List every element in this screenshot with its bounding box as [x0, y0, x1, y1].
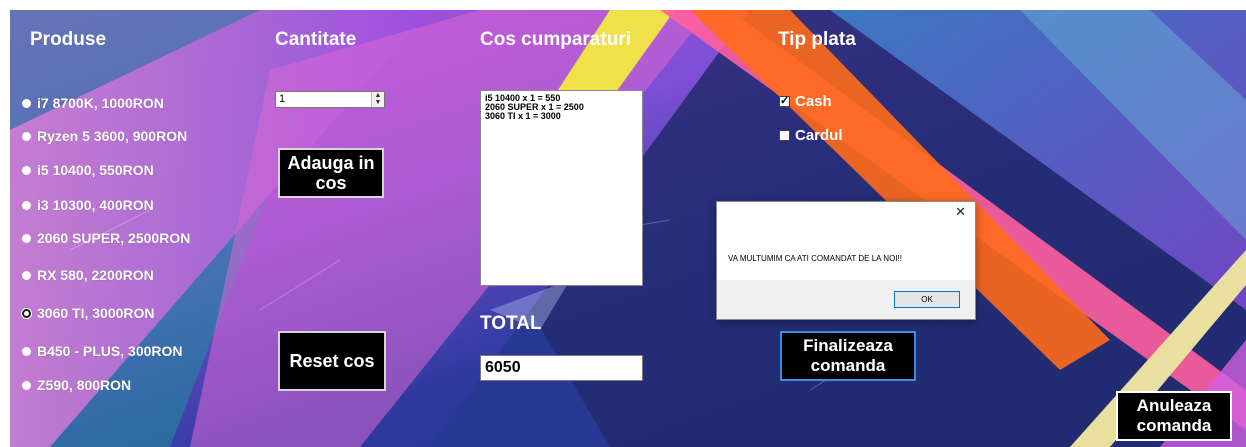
- reset-cart-button[interactable]: Reset cos: [278, 331, 386, 391]
- product-label: Z590, 800RON: [37, 377, 132, 393]
- total-field[interactable]: 6050: [480, 355, 643, 381]
- total-label: TOTAL: [480, 313, 542, 334]
- cart-header: Cos cumparaturi: [480, 29, 631, 50]
- radio-icon[interactable]: [22, 131, 31, 141]
- product-radio-6[interactable]: RX 580, 2200RON: [22, 267, 154, 283]
- checkbox-checked-icon[interactable]: [779, 94, 790, 107]
- product-radio-3[interactable]: i5 10400, 550RON: [22, 162, 154, 178]
- dialog-close-icon[interactable]: ✕: [955, 205, 966, 220]
- cash-label: Cash: [795, 93, 832, 110]
- product-label: i3 10300, 400RON: [37, 197, 154, 213]
- cash-checkbox[interactable]: Cash: [779, 93, 832, 110]
- quantity-stepper[interactable]: 1 ▲ ▼: [275, 91, 385, 108]
- product-label: B450 - PLUS, 300RON: [37, 343, 183, 359]
- cart-listbox[interactable]: i5 10400 x 1 = 550 2060 SUPER x 1 = 2500 3…: [480, 90, 643, 286]
- dialog-ok-button[interactable]: OK: [894, 291, 960, 308]
- cancel-order-button[interactable]: Anuleaza comanda: [1116, 391, 1232, 441]
- stepper-arrows-icon[interactable]: ▲ ▼: [371, 92, 384, 107]
- quantity-header: Cantitate: [275, 29, 357, 50]
- product-radio-4[interactable]: i3 10300, 400RON: [22, 197, 154, 213]
- product-radio-2[interactable]: Ryzen 5 3600, 900RON: [22, 128, 187, 144]
- product-label: 3060 TI, 3000RON: [37, 305, 155, 321]
- product-radio-8[interactable]: B450 - PLUS, 300RON: [22, 343, 183, 359]
- product-radio-9[interactable]: Z590, 800RON: [22, 377, 131, 393]
- products-header: Produse: [30, 29, 107, 50]
- product-radio-7[interactable]: 3060 TI, 3000RON: [22, 305, 155, 321]
- radio-icon[interactable]: [22, 270, 31, 280]
- payment-header: Tip plata: [778, 29, 856, 50]
- radio-icon[interactable]: [22, 165, 31, 175]
- product-label: i5 10400, 550RON: [37, 162, 154, 178]
- card-label: Cardul: [795, 127, 843, 144]
- quantity-value[interactable]: 1: [276, 92, 371, 107]
- radio-icon[interactable]: [22, 98, 31, 108]
- radio-icon[interactable]: [22, 380, 31, 390]
- product-radio-5[interactable]: 2060 SUPER, 2500RON: [22, 230, 190, 246]
- product-label: Ryzen 5 3600, 900RON: [37, 128, 188, 144]
- product-label: i7 8700K, 1000RON: [37, 95, 164, 111]
- product-radio-1[interactable]: i7 8700K, 1000RON: [22, 95, 164, 111]
- radio-icon[interactable]: [22, 233, 31, 243]
- cart-item[interactable]: 3060 TI x 1 = 3000: [485, 112, 638, 121]
- checkbox-unchecked-icon[interactable]: [779, 130, 790, 141]
- product-label: RX 580, 2200RON: [37, 267, 154, 283]
- product-label: 2060 SUPER, 2500RON: [37, 230, 191, 246]
- radio-icon[interactable]: [22, 346, 31, 356]
- dialog-message: VA MULTUMIM CA ATI COMANDAT DE LA NOI!!: [728, 254, 902, 263]
- finalize-order-button[interactable]: Finalizeaza comanda: [780, 331, 916, 381]
- order-form-window: Produse Cantitate Cos cumparaturi Tip pl…: [10, 10, 1246, 447]
- message-dialog: ✕ VA MULTUMIM CA ATI COMANDAT DE LA NOI!…: [716, 201, 976, 320]
- radio-icon[interactable]: [22, 200, 31, 210]
- card-checkbox[interactable]: Cardul: [779, 127, 843, 144]
- radio-selected-icon[interactable]: [22, 308, 31, 318]
- add-to-cart-button[interactable]: Adauga in cos: [278, 148, 384, 198]
